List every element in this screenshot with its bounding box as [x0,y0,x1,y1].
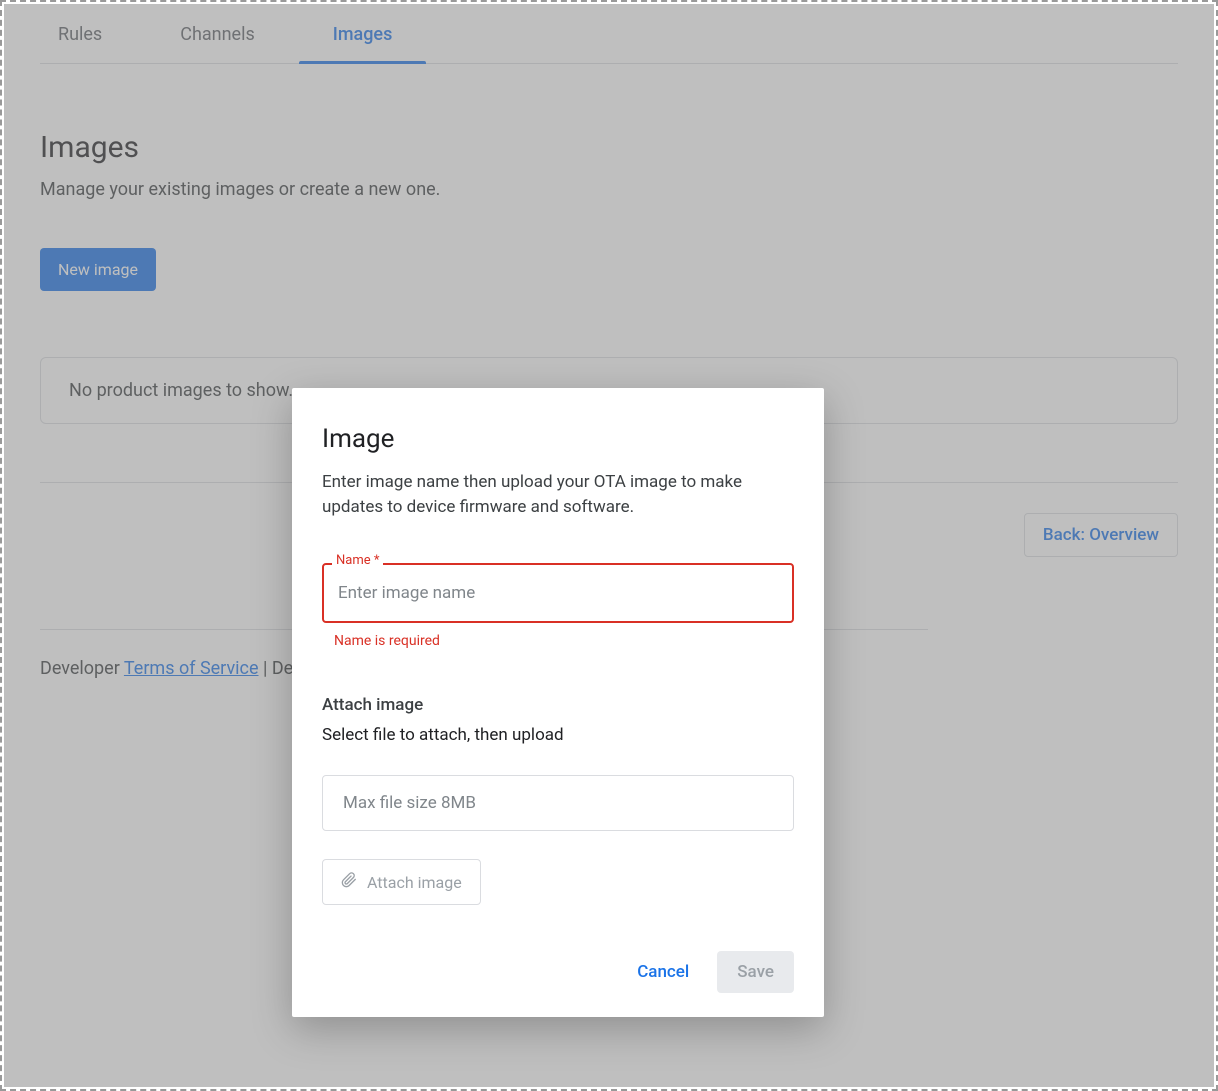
attach-image-button[interactable]: Attach image [322,859,481,905]
dialog-title: Image [322,424,794,454]
paperclip-icon [341,870,357,894]
dialog-description: Enter image name then upload your OTA im… [322,470,794,519]
name-field: Name * [322,563,794,623]
attach-image-description: Select file to attach, then upload [322,725,794,745]
image-dialog: Image Enter image name then upload your … [292,388,824,1017]
file-input-box[interactable]: Max file size 8MB [322,775,794,831]
name-error-text: Name is required [334,633,794,649]
attach-image-button-label: Attach image [367,873,462,892]
dialog-actions: Cancel Save [322,951,794,993]
name-field-label: Name * [332,553,383,568]
save-button[interactable]: Save [717,951,794,993]
cancel-button[interactable]: Cancel [629,952,697,992]
attach-image-heading: Attach image [322,695,794,715]
name-input[interactable] [322,563,794,623]
